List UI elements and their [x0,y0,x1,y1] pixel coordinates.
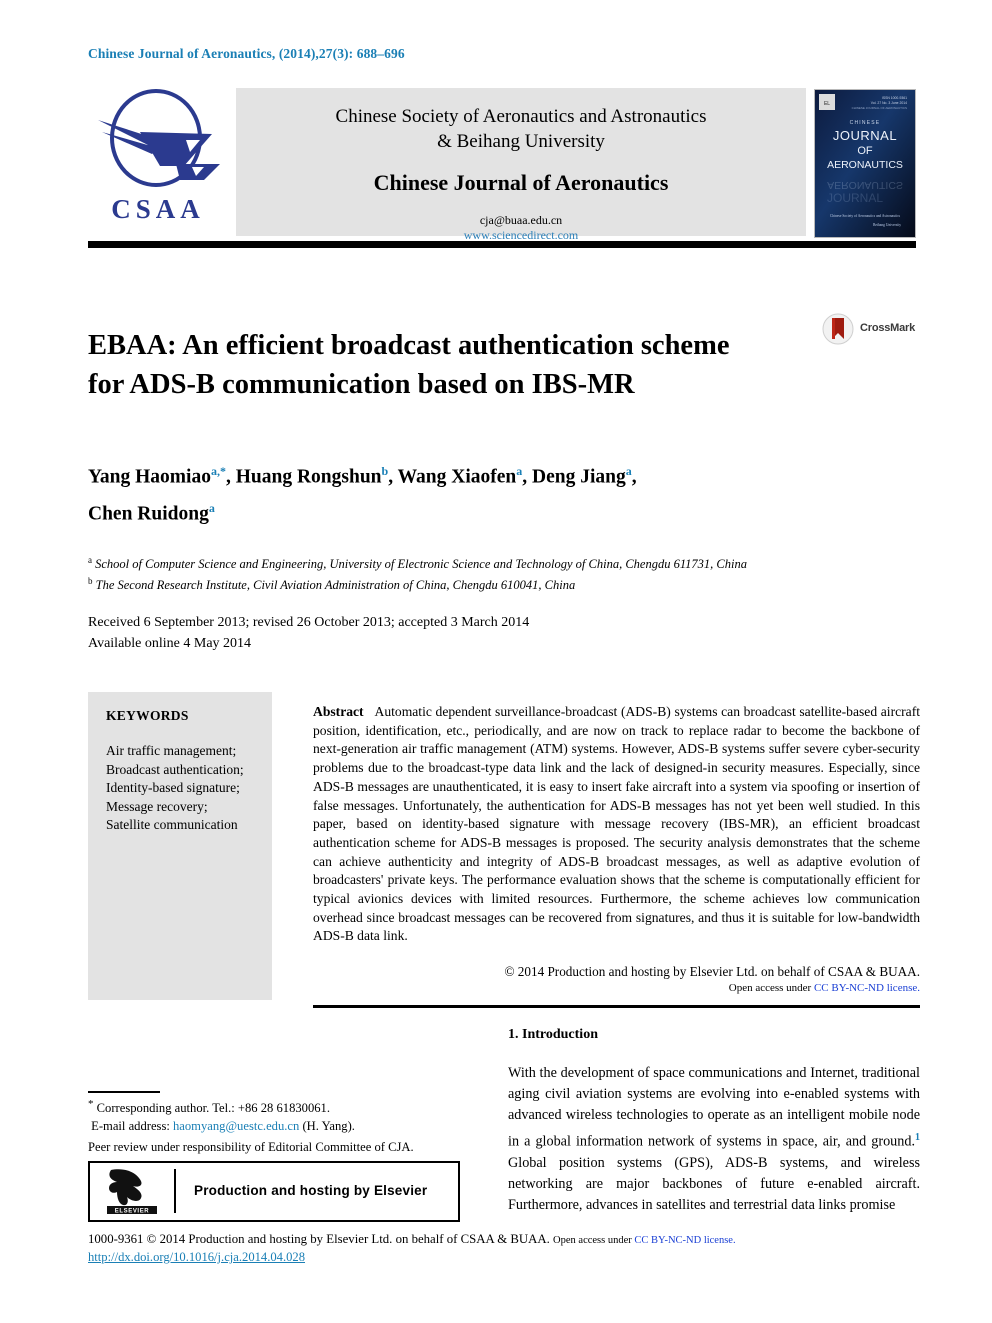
author-email-link[interactable]: haomyang@uestc.edu.cn [173,1119,299,1133]
journal-email: cja@buaa.edu.cn [479,213,563,227]
svg-text:CHINESE JOURNAL OF AERONAUTICS: CHINESE JOURNAL OF AERONAUTICS [852,106,907,110]
paper-page: Chinese Journal of Aeronautics, (2014),2… [0,0,992,1323]
crossmark-label: CrossMark [860,322,916,334]
author-name: Yang Haomiao [88,466,211,488]
email-suffix: (H. Yang). [299,1118,355,1133]
footnote-block: * Corresponding author. Tel.: +86 28 618… [88,1096,508,1135]
corresponding-author-note: * Corresponding author. Tel.: +86 28 618… [88,1096,508,1118]
email-label: E-mail address: [91,1118,173,1133]
masthead-divider [88,241,916,248]
peer-review-note: Peer review under responsibility of Edit… [88,1140,414,1154]
page-title: EBAA: An efficient broadcast authenticat… [88,330,730,401]
journal-cover-thumbnail: EL ISSN 1000-9361 Vol. 27 No. 3 June 201… [814,89,916,238]
svg-text:JOURNAL: JOURNAL [827,191,883,205]
author-name: Huang Rongshun [235,466,382,488]
abstract-divider [313,1005,920,1008]
keywords-panel: KEYWORDS Air traffic management; Broadca… [88,692,272,1000]
svg-text:Beihang University: Beihang University [873,223,901,227]
svg-text:EL: EL [824,101,830,107]
author-name: Chen Ruidong [88,503,209,524]
svg-text:ISSN 1000-9361: ISSN 1000-9361 [882,96,907,100]
bottom-copyright: 1000-9361 © 2014 Production and hosting … [88,1231,928,1249]
author-affiliation-mark: a [208,500,215,515]
svg-text:OF: OF [857,145,873,157]
keywords-list: Air traffic management; Broadcast authen… [106,742,266,835]
author-affiliation-mark: a [625,464,632,478]
affiliation-mark: b [88,576,93,587]
keyword-item: Identity-based signature; [106,780,240,795]
csaa-logo-text: CSAA [111,194,205,224]
open-access-line: Open access under CC BY-NC-ND license. [313,980,920,997]
author-affiliation-mark: a,* [210,464,226,478]
svg-text:CHINESE: CHINESE [850,120,881,126]
copyright-line: © 2014 Production and hosting by Elsevie… [504,964,920,979]
running-head: Chinese Journal of Aeronautics, (2014),2… [88,46,405,61]
crossmark-badge[interactable]: CrossMark [822,313,928,347]
journal-title: Chinese Journal of Aeronautics [373,170,669,195]
footnote-divider [88,1091,160,1093]
svg-text:Chinese Society of Aeronautics: Chinese Society of Aeronautics and Astro… [830,214,901,218]
introduction-paragraph: With the development of space communicat… [508,1063,920,1216]
abstract: Abstract Automatic dependent surveillanc… [313,703,920,946]
abstract-label: Abstract [313,704,364,719]
bottom-license-link[interactable]: CC BY-NC-ND license. [634,1235,735,1246]
author-name: Deng Jiang [532,466,626,488]
online-date: Available online 4 May 2014 [88,636,252,651]
corresponding-author-text: Corresponding author. Tel.: +86 28 61830… [93,1101,331,1116]
article-history: Received 6 September 2013; revised 26 Oc… [88,612,788,654]
keywords-heading: KEYWORDS [106,708,189,723]
svg-text:AERONAUTICS: AERONAUTICS [827,159,903,171]
author-list: Yang Haomiaoa,*, Huang Rongshunb, Wang X… [88,464,637,524]
author-affiliation-mark: b [381,464,389,478]
society-name: Chinese Society of Aeronautics and Astro… [236,104,806,154]
crossmark-icon [822,313,854,345]
society-line-2: & Beihang University [437,131,605,152]
society-line-1: Chinese Society of Aeronautics and Astro… [335,106,707,127]
intro-text-part-1: With the development of space communicat… [508,1065,920,1150]
journal-masthead: CSAA Chinese Society of Aeronautics and … [88,88,916,242]
elsevier-production-box: ELSEVIER Production and hosting by Elsev… [88,1161,460,1222]
reference-marker[interactable]: 1 [915,1132,920,1143]
svg-text:ELSEVIER: ELSEVIER [115,1209,150,1214]
email-note: E-mail address: haomyang@uestc.edu.cn (H… [88,1118,508,1136]
masthead-center-panel: Chinese Society of Aeronautics and Astro… [236,88,806,242]
keyword-item: Air traffic management; [106,743,237,758]
open-access-prefix: Open access under [728,982,814,994]
keyword-item: Message recovery; [106,798,208,814]
abstract-text: Automatic dependent surveillance-broadca… [313,704,920,944]
keyword-item: Broadcast authentication; [106,761,244,777]
bottom-copyright-main: 1000-9361 © 2014 Production and hosting … [88,1232,554,1246]
affiliation-item: a School of Computer Science and Enginee… [88,552,928,573]
received-dates: Received 6 September 2013; revised 26 Oc… [88,615,530,630]
affiliation-mark: a [88,555,92,565]
doi-link[interactable]: http://dx.doi.org/10.1016/j.cja.2014.04.… [88,1250,305,1265]
svg-text:Vol. 27 No. 3 June 2014: Vol. 27 No. 3 June 2014 [871,101,907,105]
keyword-item: Satellite communication [106,817,238,832]
elsevier-production-text: Production and hosting by Elsevier [194,1183,428,1198]
elsevier-logo: ELSEVIER [103,1168,161,1215]
intro-text-part-2: Global position systems (GPS), ADS-B sys… [508,1154,920,1213]
csaa-logo: CSAA [88,88,228,238]
section-heading-introduction: 1. Introduction [508,1027,598,1042]
affiliation-text: The Second Research Institute, Civil Avi… [95,578,576,593]
author-name: Wang Xiaofen [397,466,517,488]
abstract-copyright: © 2014 Production and hosting by Elsevie… [313,963,920,997]
affiliation-list: a School of Computer Science and Enginee… [88,552,928,594]
author-affiliation-mark: a [516,464,523,478]
bottom-open-access-prefix: Open access under [553,1235,635,1246]
elsevier-box-divider [174,1169,176,1213]
license-link[interactable]: CC BY-NC-ND license. [814,982,920,994]
affiliation-item: b The Second Research Institute, Civil A… [88,573,928,594]
svg-text:JOURNAL: JOURNAL [833,128,897,143]
svg-text:AERONAUTICS: AERONAUTICS [827,179,903,191]
affiliation-text: School of Computer Science and Engineeri… [95,557,747,572]
